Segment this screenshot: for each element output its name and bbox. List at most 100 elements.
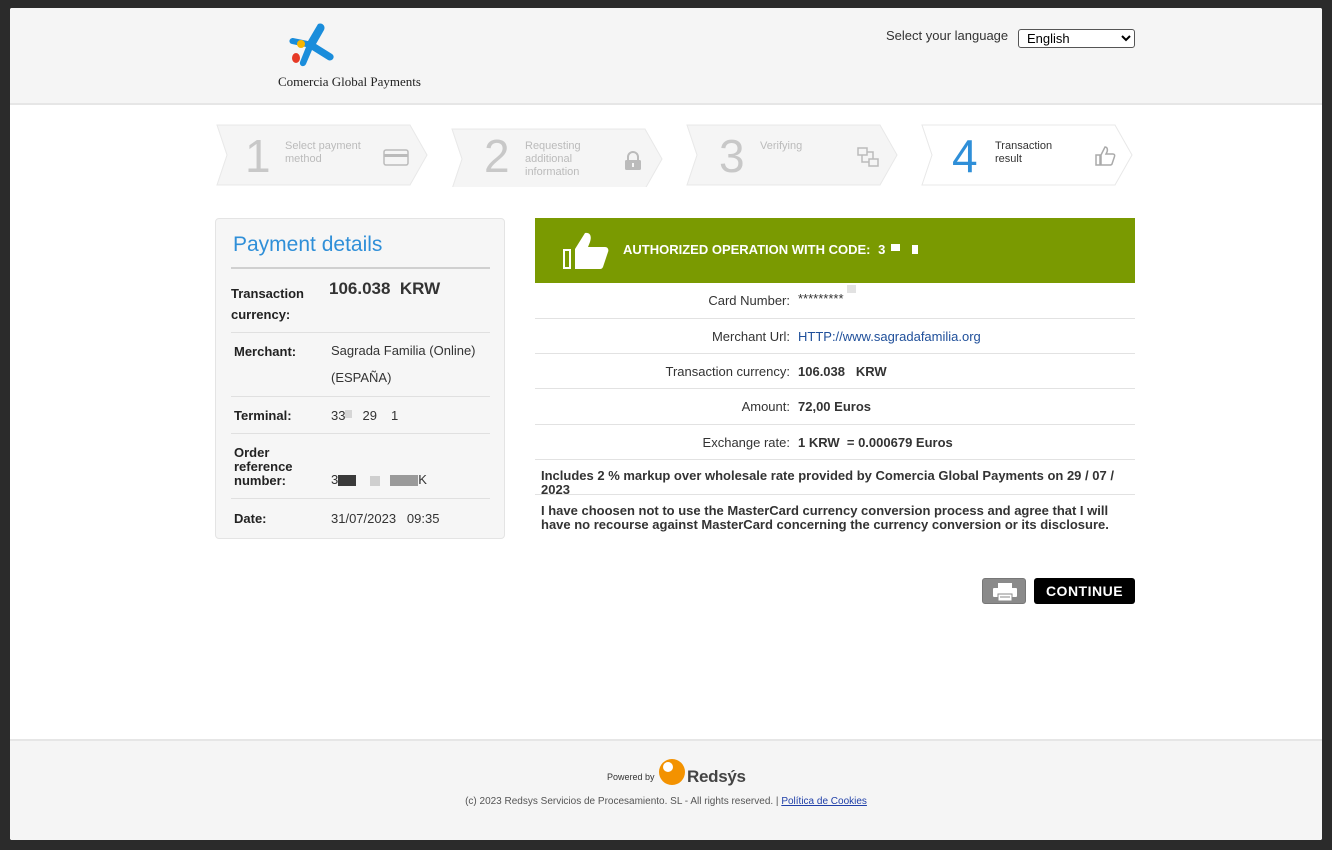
result-row-exchange: Exchange rate: 1 KRW = 0.000679 Euros — [535, 425, 1135, 460]
progress-steps: 1 Select payment method 2 Requesting add… — [215, 123, 1135, 187]
result-row-card: Card Number: ********* — [535, 283, 1135, 319]
step-number: 2 — [484, 130, 510, 182]
merchant-label: Merchant: — [234, 344, 297, 359]
redacted-mask — [891, 244, 901, 252]
detail-row-date: Date: 31/07/2023 09:35 — [231, 500, 490, 536]
mastercard-note: I have choosen not to use the MasterCard… — [541, 503, 1109, 532]
redsys-brand-text: Redsýs — [687, 767, 746, 786]
step-4: 4 Transaction result — [920, 123, 1135, 187]
step-label-line: method — [285, 153, 322, 165]
order-part: K — [418, 472, 427, 487]
result-row-currency: Transaction currency: 106.038 KRW — [535, 354, 1135, 389]
terminal-part: 1 — [390, 408, 399, 423]
authorized-banner: AUTHORIZED OPERATION WITH CODE: 3 — [535, 218, 1135, 283]
redacted-mask — [338, 475, 357, 487]
payment-details-panel: Payment details Transaction currency: 10… — [215, 218, 505, 539]
card-number-label: Card Number: — [708, 293, 790, 308]
detail-row-merchant: Merchant: Sagrada Familia (Online) (ESPA… — [231, 333, 490, 397]
authorized-text: AUTHORIZED OPERATION WITH CODE: — [623, 242, 871, 257]
terminal-label: Terminal: — [234, 408, 292, 423]
credit-card-icon — [383, 149, 409, 166]
currency-label-line: Transaction — [231, 286, 304, 301]
order-value: 3K — [331, 466, 427, 493]
caixabank-logo: Comercia Global Payments — [270, 20, 430, 92]
redacted-mask — [345, 409, 353, 418]
detail-row-currency: Transaction currency: 106.038 KRW — [231, 269, 490, 333]
print-button[interactable] — [982, 578, 1026, 604]
step-label-line: Verifying — [760, 140, 803, 152]
transaction-currency-label: Transaction currency: — [665, 364, 790, 379]
printer-icon — [993, 583, 1017, 602]
redsys-logo: Redsýs — [658, 758, 748, 790]
step-label: Requesting additional information — [525, 140, 581, 179]
redacted-mask — [390, 475, 419, 487]
header: Comercia Global Payments Select your lan… — [10, 8, 1322, 105]
step-label: Transaction result — [995, 140, 1052, 166]
order-part: 3 — [331, 472, 339, 487]
step-2: 2 Requesting additional information — [450, 123, 665, 187]
merchant-url-link[interactable]: HTTP://www.sagradafamilia.org — [798, 329, 981, 344]
logo-text: Comercia Global Payments — [278, 74, 421, 89]
terminal-part: 33 — [331, 408, 346, 423]
thumbs-up-icon — [1095, 146, 1116, 166]
cookies-policy-link[interactable]: Política de Cookies — [781, 796, 867, 807]
result-row-merchant-url: Merchant Url: HTTP://www.sagradafamilia.… — [535, 319, 1135, 354]
star-logo-icon — [289, 23, 334, 67]
merchant-name: Sagrada Familia (Online) — [331, 343, 476, 358]
step-label: Select payment method — [285, 140, 361, 166]
footer: Powered by Redsýs (c) 2023 Redsys Servic… — [10, 739, 1322, 840]
exchange-rate-label: Exchange rate: — [702, 435, 790, 450]
redacted-mask — [847, 285, 856, 293]
amount-value: 72,00 Euros — [798, 399, 871, 414]
step-label-line: information — [525, 166, 580, 178]
order-label-line: number: — [234, 473, 286, 488]
continue-button[interactable]: CONTINUE — [1034, 578, 1135, 604]
order-label-line: reference — [234, 459, 293, 474]
card-number-value: ********* — [798, 291, 844, 306]
merchant-url-label: Merchant Url: — [711, 329, 790, 344]
detail-row-order: Order reference number: 3K — [231, 434, 490, 499]
redsys-circle-icon — [659, 759, 685, 785]
copyright: (c) 2023 Redsys Servicios de Procesamien… — [10, 796, 1322, 807]
step-label-line: result — [995, 153, 1022, 165]
step-label-line: additional — [525, 153, 573, 165]
redacted-mask — [370, 475, 381, 486]
authorization-code: 3 — [878, 242, 886, 257]
exchange-rate-value: 1 KRW = 0.000679 Euros — [798, 435, 953, 450]
terminal-value: 33 29 1 — [331, 402, 398, 429]
thumbs-up-banner-icon — [563, 232, 609, 269]
authorized-message: AUTHORIZED OPERATION WITH CODE: 3 — [623, 242, 919, 257]
currency-label: Transaction currency: — [231, 283, 304, 325]
payment-details-title: Payment details — [233, 233, 383, 256]
currency-label-line: currency: — [231, 307, 291, 322]
order-label-line: Order — [234, 445, 270, 460]
step-label-line: Select payment — [285, 140, 361, 152]
language-select[interactable]: English — [1018, 29, 1135, 48]
merchant-url-value: HTTP://www.sagradafamilia.org — [798, 329, 981, 344]
page-frame: Comercia Global Payments Select your lan… — [10, 8, 1322, 840]
step-3: 3 Verifying — [685, 123, 900, 187]
terminal-part: 29 — [362, 408, 377, 423]
date-label: Date: — [234, 511, 267, 526]
merchant-value: Sagrada Familia (Online) (ESPAÑA) — [331, 337, 476, 391]
detail-row-terminal: Terminal: 33 29 1 — [231, 397, 490, 434]
step-1: 1 Select payment method — [215, 123, 430, 187]
step-number: 1 — [245, 130, 271, 182]
powered-by-label: Powered by — [607, 772, 655, 782]
verify-transfer-icon — [857, 147, 879, 167]
language-label: Select your language — [886, 28, 1009, 43]
redacted-mask — [912, 245, 919, 255]
step-number: 4 — [952, 130, 978, 182]
copyright-text: (c) 2023 Redsys Servicios de Procesamien… — [465, 796, 779, 807]
transaction-currency-value: 106.038 KRW — [798, 364, 887, 379]
lock-icon — [625, 151, 641, 170]
step-label-line: Requesting — [525, 140, 581, 152]
order-label: Order reference number: — [234, 446, 293, 488]
step-number: 3 — [719, 130, 745, 182]
step-label-line: Transaction — [995, 140, 1053, 152]
amount-label: Amount: — [741, 399, 790, 414]
redacted-gap — [377, 416, 391, 417]
date-value: 31/07/2023 09:35 — [331, 511, 440, 526]
result-row-amount: Amount: 72,00 Euros — [535, 389, 1135, 425]
currency-value: 106.038 KRW — [329, 279, 441, 298]
